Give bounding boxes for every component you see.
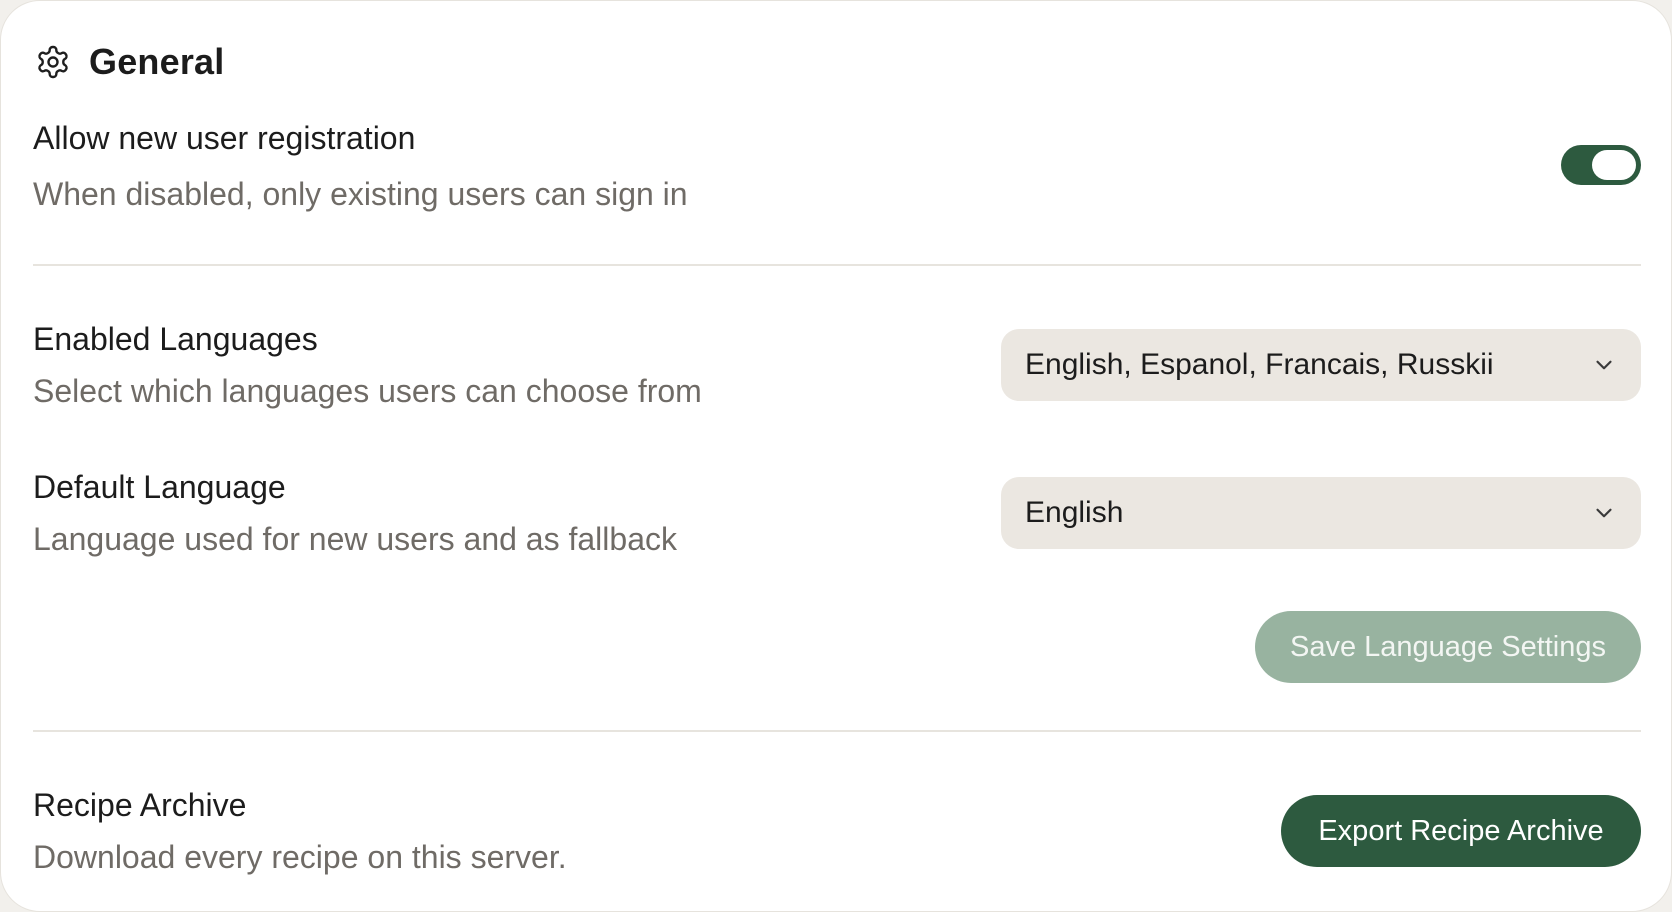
save-language-settings-button[interactable]: Save Language Settings (1255, 611, 1641, 683)
default-language-label: Default Language (33, 469, 286, 505)
gear-icon (35, 44, 71, 80)
registration-description: When disabled, only existing users can s… (33, 176, 688, 212)
enabled-languages-value: English, Espanol, Francais, Russkii (1025, 348, 1494, 381)
default-language-value: English (1025, 496, 1124, 529)
divider (33, 264, 1641, 266)
chevron-down-icon (1591, 500, 1617, 526)
default-language-select[interactable]: English (1001, 477, 1641, 549)
registration-toggle[interactable] (1561, 145, 1641, 185)
export-recipe-archive-button[interactable]: Export Recipe Archive (1281, 795, 1641, 867)
chevron-down-icon (1591, 352, 1617, 378)
toggle-knob (1592, 150, 1636, 180)
recipe-archive-label: Recipe Archive (33, 787, 247, 823)
enabled-languages-label: Enabled Languages (33, 321, 318, 357)
default-language-description: Language used for new users and as fallb… (33, 521, 677, 557)
section-header: General (35, 39, 224, 85)
registration-label: Allow new user registration (33, 120, 416, 156)
enabled-languages-description: Select which languages users can choose … (33, 373, 702, 409)
divider (33, 730, 1641, 732)
recipe-archive-description: Download every recipe on this server. (33, 839, 567, 875)
section-title: General (89, 41, 225, 82)
general-settings-card: General Allow new user registration When… (0, 0, 1672, 912)
enabled-languages-select[interactable]: English, Espanol, Francais, Russkii (1001, 329, 1641, 401)
